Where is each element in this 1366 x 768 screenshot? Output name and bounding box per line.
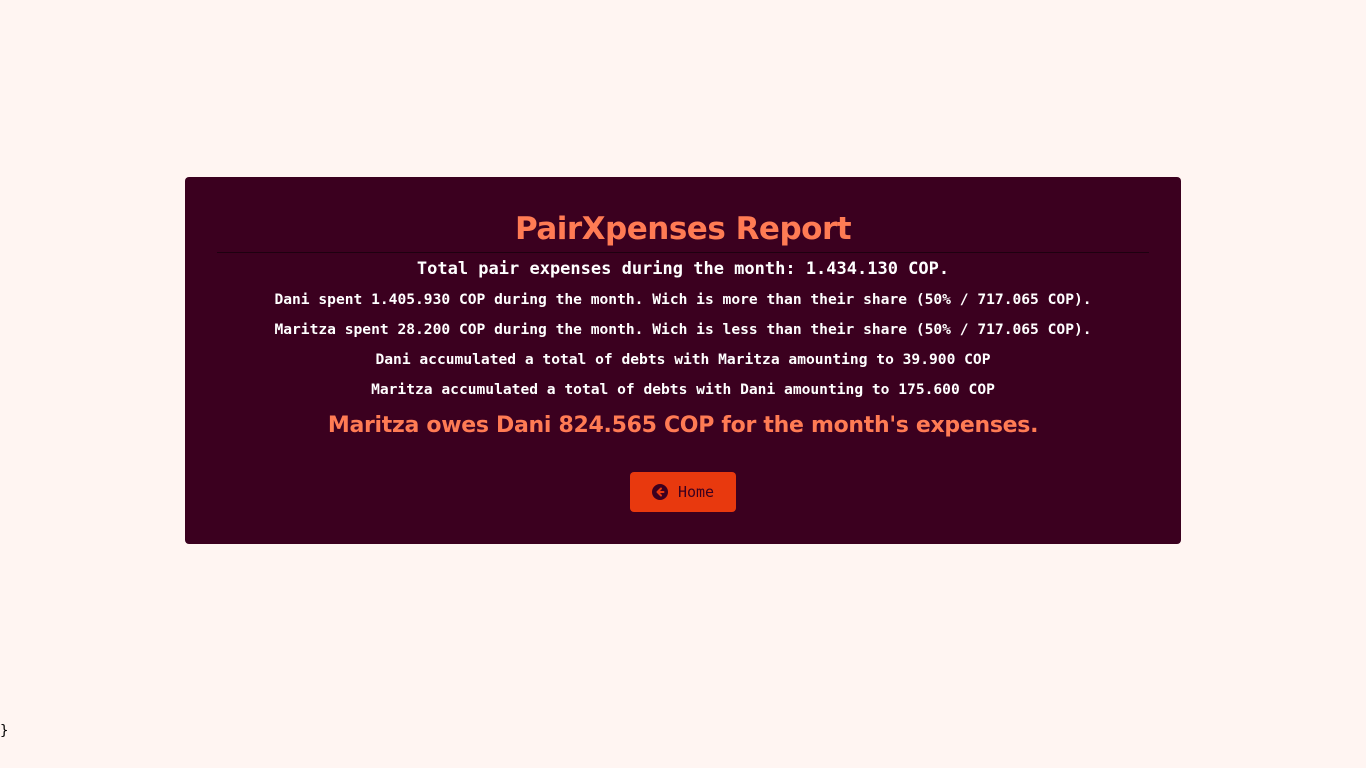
title-divider bbox=[217, 252, 1149, 253]
dani-debts-line: Dani accumulated a total of debts with M… bbox=[375, 351, 991, 368]
dani-spent-line: Dani spent 1.405.930 COP during the mont… bbox=[274, 291, 1092, 308]
maritza-debts-line: Maritza accumulated a total of debts wit… bbox=[371, 381, 995, 398]
report-card: PairXpenses Report Total pair expenses d… bbox=[185, 177, 1181, 544]
home-button-label: Home bbox=[677, 483, 715, 501]
report-title: PairXpenses Report bbox=[514, 211, 852, 247]
settlement-conclusion: Maritza owes Dani 824.565 COP for the mo… bbox=[327, 413, 1039, 438]
maritza-spent-line: Maritza spent 28.200 COP during the mont… bbox=[274, 321, 1092, 338]
arrow-circle-left-icon bbox=[651, 484, 668, 500]
total-expenses-line: Total pair expenses during the month: 1.… bbox=[416, 259, 950, 279]
stray-text: } bbox=[0, 723, 9, 739]
home-button[interactable]: Home bbox=[630, 472, 736, 512]
